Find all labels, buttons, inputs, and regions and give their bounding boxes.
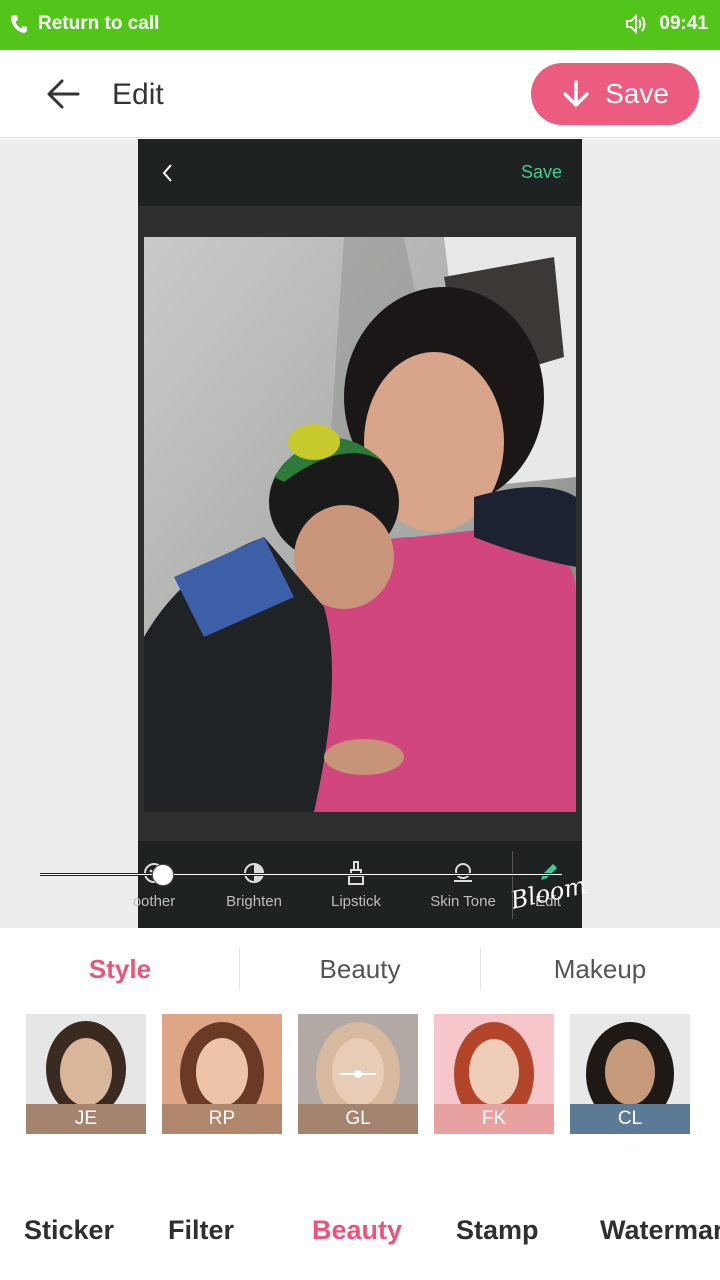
editor-toolbar: oother Brighten Lipstick Skin Tone Edit …	[133, 841, 589, 928]
page-title: Edit	[112, 78, 164, 111]
tool-brighten[interactable]: Brighten	[204, 859, 304, 910]
status-bar: Return to call 09:41	[0, 0, 720, 50]
style-card-je[interactable]: JE	[26, 1014, 146, 1134]
style-label: GL	[298, 1104, 418, 1134]
editor-save-button[interactable]: Save	[521, 162, 562, 183]
photo	[144, 237, 576, 812]
style-card-fk[interactable]: FK	[434, 1014, 554, 1134]
clock: 09:41	[659, 13, 708, 34]
tab-makeup[interactable]: Makeup	[480, 954, 720, 985]
call-label: Return to call	[38, 13, 160, 34]
style-card-rp[interactable]: RP	[162, 1014, 282, 1134]
canvas-area: Save oother Brighten Lipstick Skin Tone …	[0, 139, 720, 928]
category-tabs: Style Beauty Makeup	[0, 928, 720, 1012]
top-bar: Edit Save	[0, 50, 720, 138]
chevron-left-icon	[162, 164, 172, 182]
intensity-slider-track[interactable]	[40, 873, 562, 876]
style-card-gl[interactable]: GL	[298, 1014, 418, 1134]
back-button[interactable]	[44, 76, 84, 112]
speaker-icon	[626, 14, 646, 34]
download-arrow-icon	[563, 80, 589, 107]
bottom-nav: Sticker Filter Beauty Stamp Watermar	[0, 1195, 720, 1280]
tab-beauty[interactable]: Beauty	[240, 954, 480, 985]
nav-watermark[interactable]: Watermar	[600, 1215, 720, 1246]
style-label: RP	[162, 1104, 282, 1134]
save-label: Save	[605, 78, 669, 109]
nav-sticker[interactable]: Sticker	[24, 1215, 114, 1246]
return-to-call[interactable]: Return to call	[10, 13, 159, 35]
style-label: CL	[570, 1104, 690, 1134]
toolbar-divider	[512, 851, 513, 919]
style-label: JE	[26, 1104, 146, 1134]
editor-preview: Save oother Brighten Lipstick Skin Tone …	[133, 139, 589, 928]
phone-icon	[11, 15, 27, 33]
style-label: FK	[434, 1104, 554, 1134]
intensity-slider-handle[interactable]	[152, 864, 174, 886]
back-arrow-icon	[47, 79, 80, 109]
nav-filter[interactable]: Filter	[168, 1215, 234, 1246]
style-card-cl[interactable]: CL	[570, 1014, 690, 1134]
save-button[interactable]: Save	[531, 63, 699, 125]
editor-back-button[interactable]	[158, 161, 178, 185]
tab-style[interactable]: Style	[0, 954, 240, 985]
status-right: 09:41	[625, 13, 708, 35]
nav-beauty[interactable]: Beauty	[312, 1215, 402, 1246]
editor-header: Save	[138, 139, 582, 206]
nav-stamp[interactable]: Stamp	[456, 1215, 539, 1246]
tool-lipstick[interactable]: Lipstick	[306, 859, 406, 910]
